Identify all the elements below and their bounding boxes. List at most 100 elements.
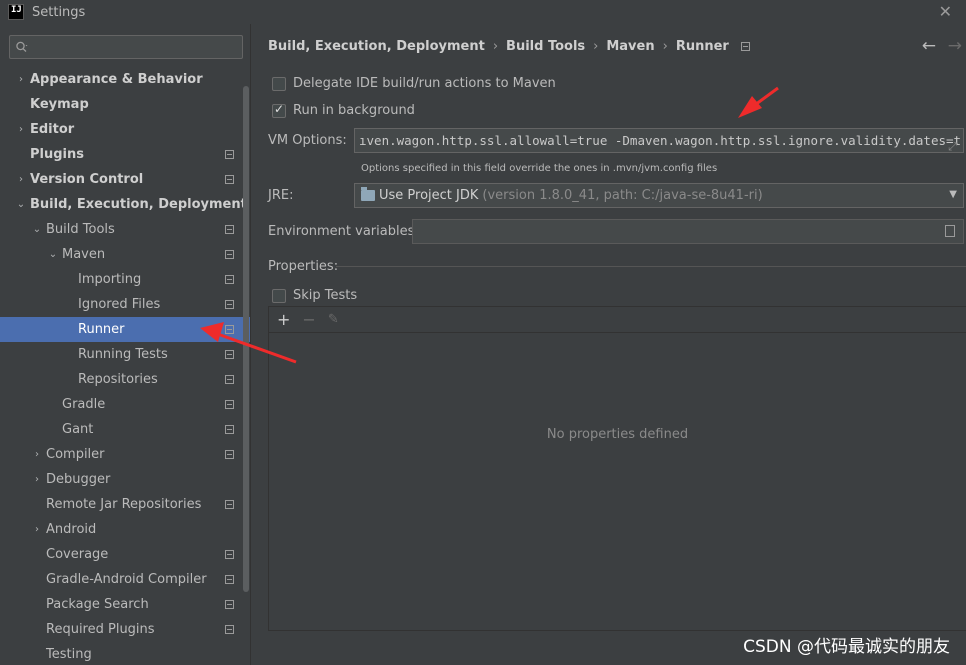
csdn-watermark: CSDN @代码最诚实的朋友	[743, 637, 950, 657]
chevron-down-icon[interactable]: ⌄	[30, 224, 44, 235]
sidebar-item-keymap[interactable]: Keymap	[0, 92, 250, 117]
sidebar-item-label: Build Tools	[46, 222, 115, 237]
forward-arrow-icon[interactable]: →	[948, 36, 962, 56]
project-level-icon	[225, 300, 234, 309]
sidebar-item-label: Remote Jar Repositories	[46, 497, 202, 512]
delegate-build-checkbox[interactable]	[272, 76, 286, 91]
sidebar-item-label: Running Tests	[78, 347, 168, 362]
sidebar-item-version-control[interactable]: › Version Control	[0, 167, 250, 192]
sidebar-item-maven[interactable]: ⌄ Maven	[0, 242, 250, 267]
sidebar-item-running-tests[interactable]: Running Tests	[0, 342, 250, 367]
window-title: Settings	[32, 4, 86, 20]
remove-icon[interactable]: −	[302, 310, 315, 329]
skip-tests-option[interactable]: Skip Tests	[272, 288, 357, 303]
delegate-build-label: Delegate IDE build/run actions to Maven	[293, 76, 556, 91]
sidebar-item-label: Plugins	[30, 147, 84, 162]
sidebar-item-testing[interactable]: Testing	[0, 642, 250, 665]
jre-dropdown[interactable]: Use Project JDK (version 1.8.0_41, path:…	[354, 183, 964, 208]
expand-field-icon[interactable]: ⤢	[948, 135, 957, 152]
sidebar-scrollbar[interactable]	[243, 86, 249, 592]
sidebar-item-label: Coverage	[46, 547, 109, 562]
run-in-background-option[interactable]: Run in background	[272, 102, 415, 118]
sidebar-item-label: Gradle-Android Compiler	[46, 572, 207, 587]
sidebar-item-importing[interactable]: Importing	[0, 267, 250, 292]
settings-search-input[interactable]	[9, 35, 243, 59]
sidebar-item-debugger[interactable]: › Debugger	[0, 467, 250, 492]
project-level-icon	[225, 250, 234, 259]
properties-toolbar: + − ✎	[269, 307, 966, 333]
project-level-icon	[225, 375, 234, 384]
project-level-icon	[225, 400, 234, 409]
sidebar-item-required-plugins[interactable]: Required Plugins	[0, 617, 250, 642]
sidebar-item-gant[interactable]: Gant	[0, 417, 250, 442]
sidebar-item-package-search[interactable]: Package Search	[0, 592, 250, 617]
breadcrumb-build-execution-deployment[interactable]: Build, Execution, Deployment	[268, 39, 485, 54]
breadcrumb-build-tools[interactable]: Build Tools	[506, 39, 585, 54]
vm-options-label: VM Options:	[268, 133, 347, 148]
sidebar-item-label: Android	[46, 522, 97, 537]
environment-variables-input[interactable]	[412, 219, 964, 244]
add-icon[interactable]: +	[277, 310, 290, 329]
project-level-icon	[225, 575, 234, 584]
environment-variables-label: Environment variables:	[268, 224, 419, 239]
project-level-icon	[225, 150, 234, 159]
sidebar-item-label: Ignored Files	[78, 297, 161, 312]
sidebar-item-appearance-behavior[interactable]: › Appearance & Behavior	[0, 67, 250, 92]
runner-settings-panel: Build, Execution, Deployment › Build Too…	[252, 24, 966, 665]
project-level-icon	[740, 42, 750, 51]
sidebar-item-gradle-android-compiler[interactable]: Gradle-Android Compiler	[0, 567, 250, 592]
run-in-background-checkbox[interactable]	[272, 102, 286, 118]
sidebar-item-gradle[interactable]: Gradle	[0, 392, 250, 417]
chevron-right-icon[interactable]: ›	[14, 74, 28, 85]
sidebar-item-remote-jar-repositories[interactable]: Remote Jar Repositories	[0, 492, 250, 517]
back-arrow-icon[interactable]: ←	[922, 36, 936, 56]
sidebar-item-editor[interactable]: › Editor	[0, 117, 250, 142]
sidebar-item-label: Importing	[78, 272, 142, 287]
chevron-right-icon[interactable]: ›	[30, 449, 44, 460]
breadcrumb-maven[interactable]: Maven	[606, 39, 654, 54]
sidebar-item-build-tools[interactable]: ⌄ Build Tools	[0, 217, 250, 242]
browse-document-icon[interactable]	[945, 225, 955, 237]
chevron-right-icon[interactable]: ›	[14, 124, 28, 135]
sidebar-item-label: Editor	[30, 122, 75, 137]
chevron-right-icon[interactable]: ›	[30, 524, 44, 535]
chevron-right-icon[interactable]: ›	[30, 474, 44, 485]
chevron-down-icon[interactable]: ⌄	[46, 249, 60, 260]
project-level-icon	[225, 175, 234, 184]
settings-tree: › Appearance & Behavior Keymap › Editor Plugi…	[0, 67, 250, 665]
search-icon	[16, 41, 28, 52]
sidebar-item-label: Keymap	[30, 97, 89, 112]
sidebar-item-android[interactable]: › Android	[0, 517, 250, 542]
jre-selected-value: Use Project JDK	[379, 188, 479, 203]
sidebar-item-runner[interactable]: Runner	[0, 317, 250, 342]
chevron-right-icon[interactable]: ›	[14, 174, 28, 185]
sidebar-item-coverage[interactable]: Coverage	[0, 542, 250, 567]
sidebar-item-plugins[interactable]: Plugins	[0, 142, 250, 167]
close-icon[interactable]: ✕	[939, 2, 952, 21]
sidebar-item-label: Required Plugins	[46, 622, 155, 637]
vm-options-input[interactable]: ıven.wagon.http.ssl.allowall=true -Dmave…	[354, 128, 964, 153]
empty-properties-message: No properties defined	[546, 427, 689, 442]
project-level-icon	[225, 550, 234, 559]
jdk-folder-icon	[361, 187, 375, 201]
project-level-icon	[225, 350, 234, 359]
delegate-build-option[interactable]: Delegate IDE build/run actions to Maven	[272, 76, 556, 91]
sidebar-item-build-execution-deployment[interactable]: ⌄ Build, Execution, Deployment	[0, 192, 250, 217]
dropdown-arrow-icon[interactable]: ▼	[949, 189, 957, 200]
vm-options-hint: Options specified in this field override…	[361, 163, 718, 174]
sidebar-item-repositories[interactable]: Repositories	[0, 367, 250, 392]
skip-tests-label: Skip Tests	[293, 288, 358, 303]
project-level-icon	[225, 275, 234, 284]
properties-label: Properties:	[268, 259, 339, 274]
sidebar-item-label: Debugger	[46, 472, 111, 487]
title-bar: IJ Settings ✕	[0, 0, 966, 24]
project-level-icon	[225, 325, 234, 334]
sidebar-item-ignored-files[interactable]: Ignored Files	[0, 292, 250, 317]
chevron-down-icon[interactable]: ⌄	[14, 199, 28, 210]
settings-sidebar: › Appearance & Behavior Keymap › Editor Plugi…	[0, 24, 251, 665]
edit-icon[interactable]: ✎	[328, 312, 339, 327]
project-level-icon	[225, 600, 234, 609]
sidebar-item-compiler[interactable]: › Compiler	[0, 442, 250, 467]
intellij-logo-icon: IJ	[8, 4, 24, 20]
skip-tests-checkbox[interactable]	[272, 288, 286, 303]
